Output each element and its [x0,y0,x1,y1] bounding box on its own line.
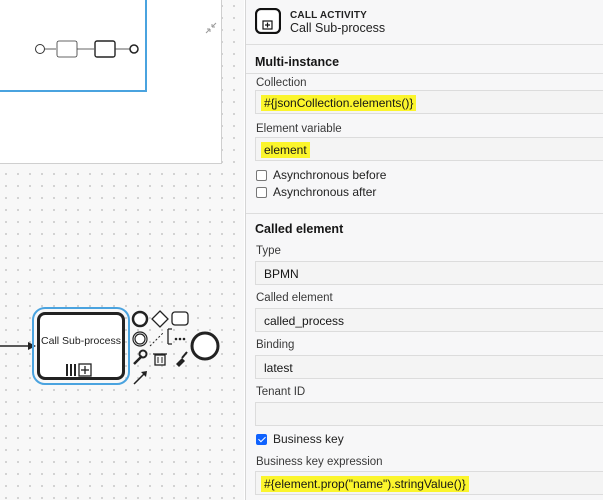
append-task-icon [171,311,189,326]
more-icon [174,337,186,341]
element-type: CALL ACTIVITY [290,10,368,21]
business-key-expression-value: #{element.prop("name").stringValue()} [261,476,469,492]
collection-input[interactable]: #{jsonCollection.elements()} [255,90,603,114]
task-label: Call Sub-process [41,335,121,347]
element-variable-input[interactable]: element [255,137,603,161]
business-key-expression-input[interactable]: #{element.prop("name").stringValue()} [255,471,603,495]
minimap[interactable] [0,0,222,164]
minimap-diagram [0,0,147,92]
called-element-value: called_process [264,314,345,328]
append-end-event-icon [131,310,149,328]
tenant-id-input[interactable] [255,402,603,426]
async-before-label: Asynchronous before [273,168,387,182]
context-pad[interactable] [130,308,230,388]
async-after-label: Asynchronous after [273,185,377,199]
color-icon [176,351,188,367]
panel-header: CALL ACTIVITY Call Sub-process [246,0,603,45]
trash-icon [153,353,167,366]
sequence-flow-arrow[interactable] [0,340,40,352]
append-gateway-icon [151,310,169,328]
diagram-canvas[interactable]: Call Sub-process [0,0,244,500]
end-event-preview-icon [190,331,220,361]
append-intermediate-event-icon [132,331,148,347]
binding-select[interactable]: latest [255,355,603,379]
multi-instance-marker-icon [66,363,92,377]
type-value: BPMN [264,267,299,281]
call-activity-icon [255,8,281,34]
business-key-expression-label: Business key expression [256,456,383,468]
checkbox-checked[interactable] [256,433,267,445]
element-variable-label: Element variable [256,123,342,135]
binding-value: latest [264,361,293,375]
group-title-called-element[interactable]: Called element [255,222,343,236]
element-name: Call Sub-process [290,21,386,35]
group-title-multi-instance[interactable]: Multi-instance [255,55,339,69]
called-element-label: Called element [256,292,333,304]
business-key-checkbox[interactable]: Business key [256,432,344,446]
group-divider [246,213,603,214]
called-element-input[interactable]: called_process [255,308,603,332]
checkbox-unchecked[interactable] [256,169,267,181]
async-after-checkbox[interactable]: Asynchronous after [256,185,376,199]
connect-arrow-icon [133,371,147,385]
tenant-id-label: Tenant ID [256,386,306,398]
wrench-icon [133,349,148,365]
binding-label: Binding [256,339,295,351]
group-divider [246,73,603,74]
type-select[interactable]: BPMN [255,261,603,285]
connect-icon [149,328,172,347]
async-before-checkbox[interactable]: Asynchronous before [256,168,386,182]
checkbox-unchecked[interactable] [256,186,267,198]
properties-panel: CALL ACTIVITY Call Sub-process Multi-ins… [245,0,603,500]
collection-value: #{jsonCollection.elements()} [261,95,417,111]
call-activity-task[interactable]: Call Sub-process [32,307,130,385]
element-variable-value: element [261,142,310,158]
collapse-icon[interactable] [205,22,217,34]
collection-label: Collection [256,77,307,89]
business-key-label: Business key [273,432,344,446]
type-label: Type [256,245,281,257]
